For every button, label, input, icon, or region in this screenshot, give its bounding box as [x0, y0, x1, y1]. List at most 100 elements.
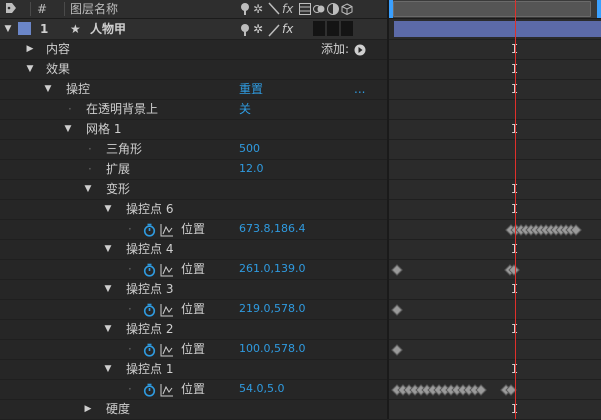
contents-row[interactable]: ▶ 内容 添加: [0, 39, 387, 60]
motion-blur-switch[interactable] [327, 21, 339, 36]
timeline-track-row[interactable] [389, 159, 601, 180]
pin-label: 操控点 3 [126, 282, 174, 296]
motion-blur-icon[interactable] [313, 3, 325, 19]
label-tag-icon[interactable] [4, 1, 18, 17]
collapse-triangle[interactable]: ▼ [102, 239, 114, 259]
timeline-track-row[interactable]: I [389, 239, 601, 260]
layer-duration-bar[interactable] [394, 21, 601, 37]
position-row[interactable]: · 位置 100.0,578.0 [0, 339, 387, 360]
puppet-effect-row[interactable]: ▼ 操控 重置 ... [0, 79, 387, 100]
shy-switch-icon[interactable] [239, 19, 251, 39]
graph-icon[interactable] [160, 339, 174, 359]
collapse-triangle[interactable]: ▼ [102, 279, 114, 299]
range-end-handle[interactable] [597, 0, 601, 18]
pin-row[interactable]: ▼ 操控点 2 [0, 319, 387, 340]
position-row[interactable]: · 位置 219.0,578.0 [0, 299, 387, 320]
layer-number-header[interactable]: # [37, 1, 47, 17]
timeline-track-row[interactable]: I [389, 179, 601, 200]
on-transparent-value[interactable]: 关 [239, 99, 251, 119]
layer-name-header[interactable]: 图层名称 [70, 1, 118, 17]
shy-icon[interactable] [239, 2, 251, 18]
pin-row[interactable]: ▼ 操控点 1 [0, 359, 387, 380]
graph-icon[interactable] [160, 259, 174, 279]
layer-duration-track[interactable] [389, 19, 601, 40]
expand-triangle[interactable]: ▶ [82, 399, 94, 419]
timeline-track-row[interactable] [389, 99, 601, 120]
timeline-track-row[interactable] [389, 139, 601, 160]
expand-triangle[interactable]: ▶ [24, 39, 36, 59]
deform-row[interactable]: ▼ 变形 [0, 179, 387, 200]
timeline-track-row[interactable] [389, 259, 601, 280]
options-ellipsis[interactable]: ... [354, 79, 365, 99]
collapse-triangle[interactable]: ▼ [102, 319, 114, 339]
position-row[interactable]: · 位置 54.0,5.0 [0, 379, 387, 400]
fx-switch-icon[interactable]: fx [282, 1, 293, 17]
collapse-triangle[interactable]: ▼ [102, 359, 114, 379]
mesh-row[interactable]: ▼ 网格 1 [0, 119, 387, 140]
3d-switch[interactable] [341, 21, 353, 36]
collapse-triangle[interactable]: ▼ [62, 119, 74, 139]
layer-row[interactable]: ▼ 1 ★ 人物甲 ✲ fx [0, 19, 387, 40]
stopwatch-icon[interactable] [143, 259, 156, 279]
position-label: 位置 [181, 262, 206, 276]
position-row[interactable]: · 位置 673.8,186.4 [0, 219, 387, 240]
graph-icon[interactable] [160, 299, 174, 319]
pin-row[interactable]: ▼ 操控点 6 [0, 199, 387, 220]
adjustment-layer-icon[interactable] [327, 3, 339, 19]
triangles-value[interactable]: 500 [239, 139, 260, 159]
collapse-switch-icon[interactable]: ✲ [253, 19, 263, 39]
graph-icon[interactable] [160, 379, 174, 399]
timeline-track-row[interactable]: I [389, 279, 601, 300]
pin-row[interactable]: ▼ 操控点 4 [0, 239, 387, 260]
collapse-triangle[interactable]: ▼ [42, 79, 54, 99]
quality-switch-icon[interactable] [268, 19, 280, 39]
layer-expand-triangle[interactable]: ▼ [2, 19, 14, 39]
work-area-range[interactable] [393, 1, 591, 17]
range-start-handle[interactable] [389, 0, 393, 18]
timeline-panel[interactable]: IIIIIIIIIII [389, 0, 601, 420]
collapse-triangle[interactable]: ▼ [24, 59, 36, 79]
hardness-label: 硬度 [106, 402, 131, 416]
3d-layer-icon[interactable] [341, 3, 353, 19]
position-value[interactable]: 54.0,5.0 [239, 379, 284, 399]
position-value[interactable]: 100.0,578.0 [239, 339, 305, 359]
collapse-triangle[interactable]: ▼ [102, 199, 114, 219]
timeline-track-row[interactable]: I [389, 359, 601, 380]
playhead-line[interactable] [515, 0, 516, 419]
reset-link[interactable]: 重置 [239, 79, 263, 99]
position-value[interactable]: 219.0,578.0 [239, 299, 305, 319]
layer-label-color[interactable] [18, 22, 31, 35]
timeline-track-row[interactable]: I [389, 119, 601, 140]
graph-icon[interactable] [160, 219, 174, 239]
position-row[interactable]: · 位置 261.0,139.0 [0, 259, 387, 280]
timeline-track-row[interactable] [389, 299, 601, 320]
stopwatch-icon[interactable] [143, 379, 156, 399]
position-value[interactable]: 261.0,139.0 [239, 259, 305, 279]
position-value[interactable]: 673.8,186.4 [239, 219, 305, 239]
time-navigator[interactable] [389, 0, 601, 19]
hardness-row[interactable]: ▶ 硬度 [0, 399, 387, 420]
timeline-track-row[interactable]: I [389, 399, 601, 420]
stopwatch-icon[interactable] [143, 339, 156, 359]
stopwatch-icon[interactable] [143, 299, 156, 319]
timeline-track-row[interactable]: I [389, 59, 601, 80]
stopwatch-icon[interactable] [143, 219, 156, 239]
pin-label: 操控点 6 [126, 202, 174, 216]
layer-name[interactable]: 人物甲 [90, 19, 126, 39]
timeline-track-row[interactable]: I [389, 319, 601, 340]
timeline-track-row[interactable]: I [389, 199, 601, 220]
effects-row[interactable]: ▼ 效果 [0, 59, 387, 80]
collapse-transform-icon[interactable]: ✲ [253, 1, 263, 17]
quality-icon[interactable] [268, 1, 280, 17]
timeline-track-row[interactable]: I [389, 39, 601, 60]
pin-row[interactable]: ▼ 操控点 3 [0, 279, 387, 300]
fx-switch-icon[interactable]: fx [282, 19, 293, 39]
frame-blend-switch[interactable] [313, 21, 325, 36]
puppet-label: 操控 [66, 82, 91, 96]
expansion-value[interactable]: 12.0 [239, 159, 264, 179]
triangles-label: 三角形 [106, 142, 143, 156]
timeline-track-row[interactable]: I [389, 79, 601, 100]
timeline-track-row[interactable] [389, 339, 601, 360]
collapse-triangle[interactable]: ▼ [82, 179, 94, 199]
frame-blend-icon[interactable] [299, 3, 311, 19]
